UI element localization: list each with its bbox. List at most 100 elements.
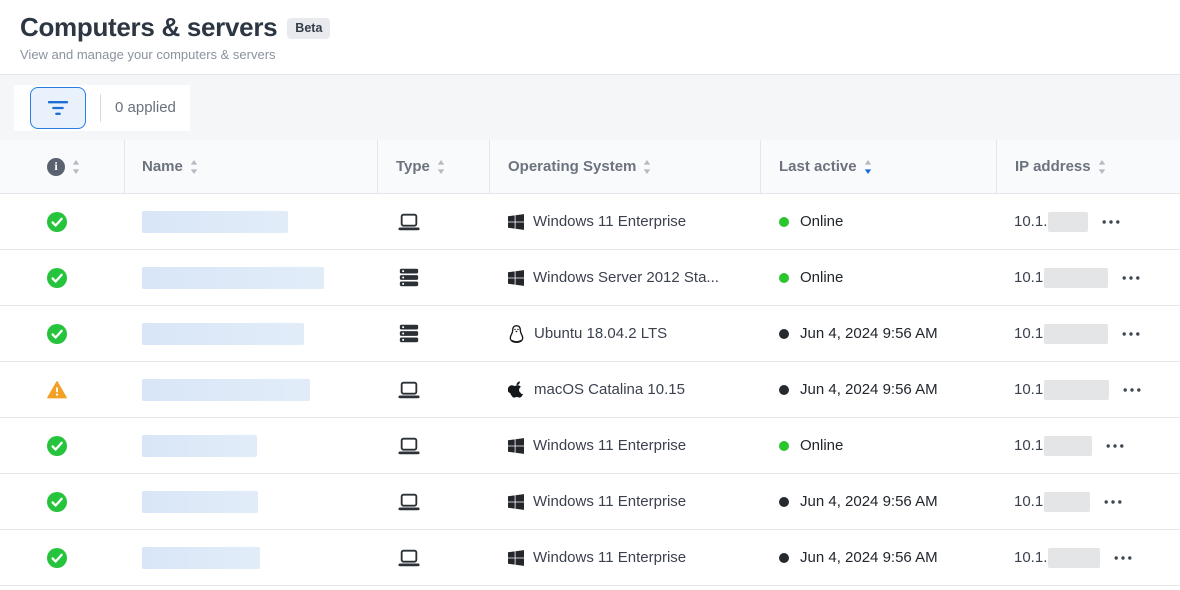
page-header: Computers & servers Beta View and manage…	[0, 0, 1180, 75]
status-ok-icon	[47, 436, 67, 456]
os-label: Windows 11 Enterprise	[533, 493, 686, 510]
redacted-ip	[1044, 492, 1090, 512]
row-actions-menu[interactable]	[1104, 500, 1122, 504]
windows-icon	[508, 270, 524, 286]
column-header-os[interactable]: Operating System	[490, 140, 761, 193]
last-active-label: Jun 4, 2024 9:56 AM	[800, 325, 938, 342]
status-ok-icon	[47, 548, 67, 568]
laptop-icon	[398, 381, 420, 399]
os-label: Ubuntu 18.04.2 LTS	[534, 325, 667, 342]
offline-status-dot	[779, 553, 789, 563]
filter-bar: 0 applied	[0, 75, 1180, 140]
row-actions-menu[interactable]	[1102, 220, 1120, 224]
status-ok-icon	[47, 212, 67, 232]
table-row[interactable]: Windows Server 2012 Sta... Online 10.1	[0, 250, 1180, 306]
online-status-dot	[779, 217, 789, 227]
ellipsis-icon	[1102, 220, 1120, 224]
offline-status-dot	[779, 385, 789, 395]
laptop-icon	[398, 213, 420, 231]
last-active-label: Jun 4, 2024 9:56 AM	[800, 381, 938, 398]
last-active-label: Online	[800, 269, 843, 286]
windows-icon	[508, 438, 524, 454]
column-header-type[interactable]: Type	[378, 140, 490, 193]
linux-penguin-icon	[508, 324, 525, 344]
redacted-device-name	[142, 323, 304, 345]
redacted-device-name	[142, 267, 324, 289]
windows-icon	[508, 550, 524, 566]
filter-button[interactable]	[30, 87, 86, 129]
ip-address: 10.1	[1014, 381, 1043, 398]
status-ok-icon	[47, 324, 67, 344]
os-label: Windows 11 Enterprise	[533, 549, 686, 566]
os-label: Windows 11 Enterprise	[533, 213, 686, 230]
filters-applied-count: 0 applied	[115, 99, 176, 116]
sort-icon[interactable]	[1098, 160, 1106, 174]
last-active-label: Online	[800, 213, 843, 230]
os-label: Windows Server 2012 Sta...	[533, 269, 719, 286]
windows-icon	[508, 214, 524, 230]
ellipsis-icon	[1104, 500, 1122, 504]
row-actions-menu[interactable]	[1106, 444, 1124, 448]
column-header-last-active[interactable]: Last active	[761, 140, 997, 193]
redacted-ip	[1044, 324, 1108, 344]
redacted-ip	[1044, 380, 1109, 400]
apple-icon	[508, 380, 525, 399]
os-label: macOS Catalina 10.15	[534, 381, 685, 398]
filter-divider	[100, 94, 101, 122]
table-row[interactable]: macOS Catalina 10.15 Jun 4, 2024 9:56 AM…	[0, 362, 1180, 418]
redacted-ip	[1044, 436, 1092, 456]
ellipsis-icon	[1122, 332, 1140, 336]
redacted-device-name	[142, 211, 288, 233]
redacted-device-name	[142, 379, 310, 401]
sort-icon-desc-active[interactable]	[864, 160, 872, 174]
column-header-ip[interactable]: IP address	[997, 140, 1180, 193]
redacted-device-name	[142, 491, 258, 513]
sort-icon[interactable]	[190, 160, 198, 174]
laptop-icon	[398, 549, 420, 567]
beta-badge: Beta	[287, 18, 330, 39]
row-actions-menu[interactable]	[1114, 556, 1132, 560]
laptop-icon	[398, 493, 420, 511]
redacted-device-name	[142, 547, 260, 569]
last-active-label: Jun 4, 2024 9:56 AM	[800, 549, 938, 566]
offline-status-dot	[779, 497, 789, 507]
filter-lines-icon	[46, 100, 70, 116]
status-warning-icon	[47, 381, 67, 399]
last-active-label: Online	[800, 437, 843, 454]
os-label: Windows 11 Enterprise	[533, 437, 686, 454]
sort-icon[interactable]	[437, 160, 445, 174]
table-row[interactable]: Windows 11 Enterprise Jun 4, 2024 9:56 A…	[0, 530, 1180, 586]
row-actions-menu[interactable]	[1122, 276, 1140, 280]
ip-address: 10.1	[1014, 269, 1043, 286]
computers-servers-page: Computers & servers Beta View and manage…	[0, 0, 1180, 590]
ellipsis-icon	[1123, 388, 1141, 392]
table-header: i Name Type Operating System Last active…	[0, 140, 1180, 194]
column-header-status[interactable]: i	[0, 140, 125, 193]
table-row[interactable]: Windows 11 Enterprise Jun 4, 2024 9:56 A…	[0, 474, 1180, 530]
redacted-ip	[1044, 268, 1108, 288]
sort-icon[interactable]	[643, 160, 651, 174]
server-icon	[398, 324, 420, 343]
server-icon	[398, 268, 420, 287]
ellipsis-icon	[1122, 276, 1140, 280]
row-actions-menu[interactable]	[1123, 388, 1141, 392]
redacted-device-name	[142, 435, 257, 457]
sort-icon[interactable]	[72, 160, 80, 174]
ip-address: 10.1	[1014, 325, 1043, 342]
table-row[interactable]: Ubuntu 18.04.2 LTS Jun 4, 2024 9:56 AM 1…	[0, 306, 1180, 362]
ellipsis-icon	[1114, 556, 1132, 560]
column-header-name[interactable]: Name	[125, 140, 378, 193]
table-row[interactable]: Windows 11 Enterprise Online 10.1.	[0, 194, 1180, 250]
status-ok-icon	[47, 268, 67, 288]
row-actions-menu[interactable]	[1122, 332, 1140, 336]
devices-table: i Name Type Operating System Last active…	[0, 140, 1180, 586]
online-status-dot	[779, 273, 789, 283]
ip-address: 10.1	[1014, 437, 1043, 454]
info-icon: i	[47, 158, 65, 176]
ip-address: 10.1.	[1014, 549, 1047, 566]
table-row[interactable]: Windows 11 Enterprise Online 10.1	[0, 418, 1180, 474]
ip-address: 10.1.	[1014, 213, 1047, 230]
redacted-ip	[1048, 212, 1088, 232]
windows-icon	[508, 494, 524, 510]
ellipsis-icon	[1106, 444, 1124, 448]
